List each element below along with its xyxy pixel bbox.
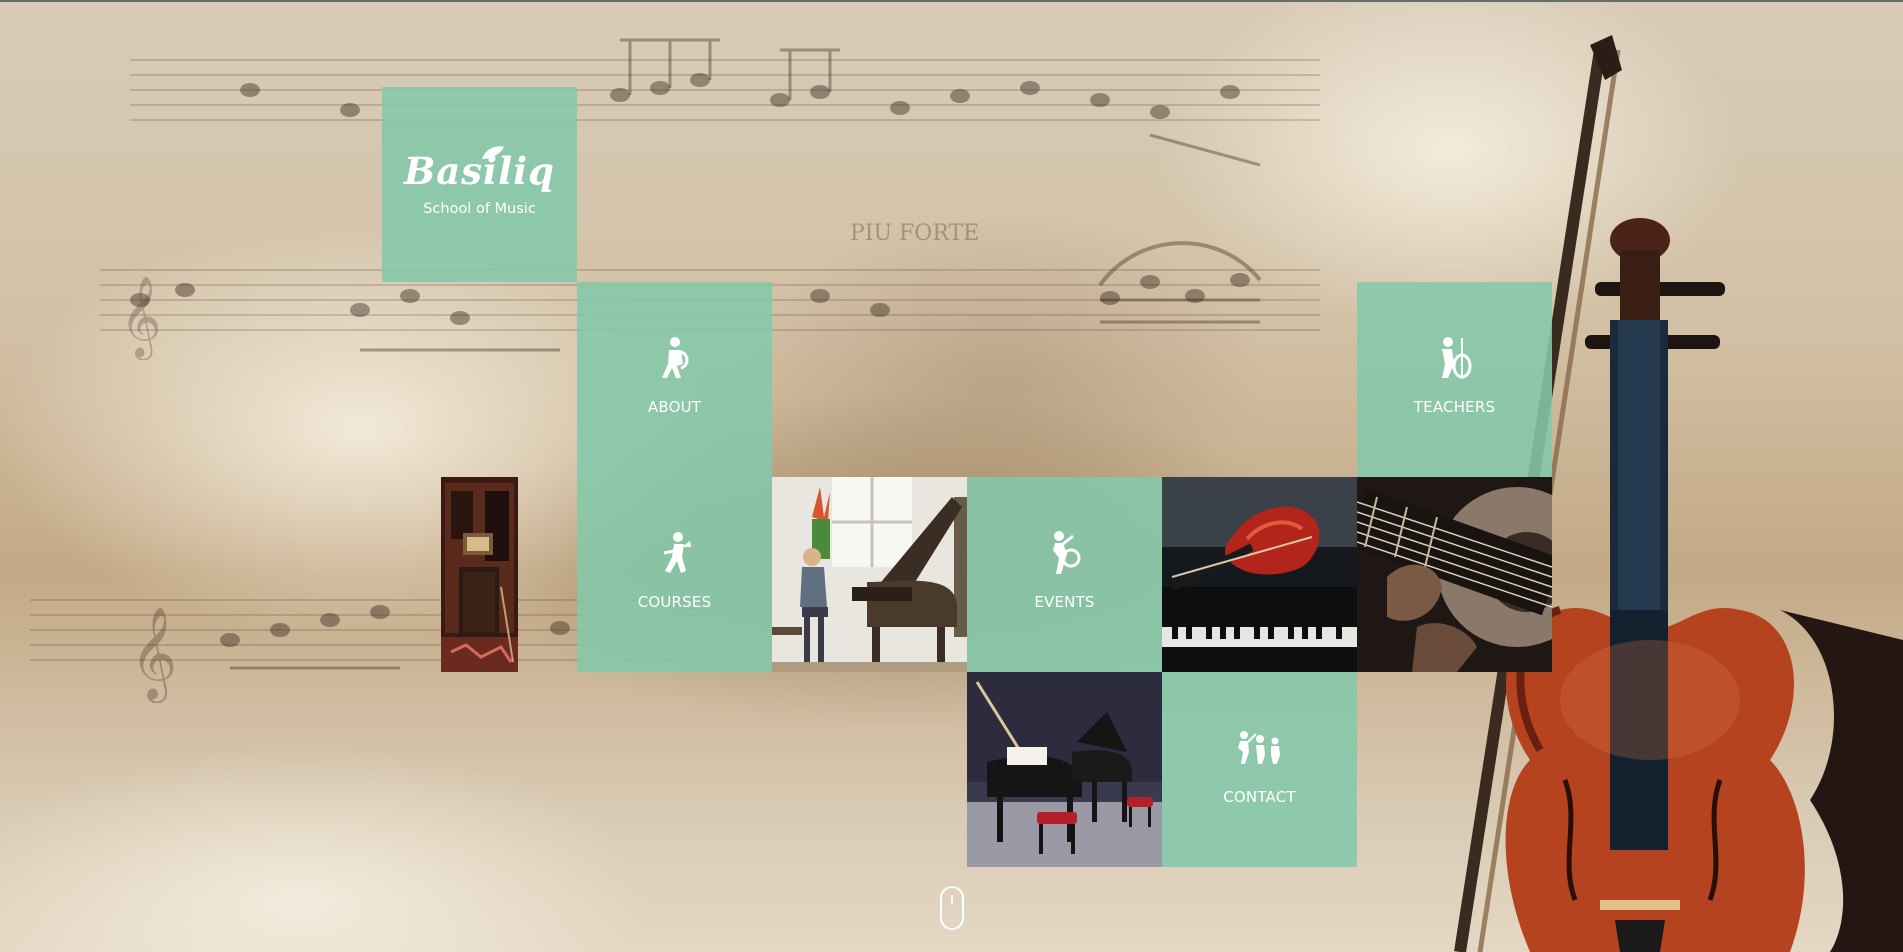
nav-label-teachers: TEACHERS — [1413, 398, 1496, 416]
mouse-wheel — [951, 895, 953, 904]
nav-tile-events[interactable]: EVENTS — [967, 477, 1162, 672]
cellist-icon — [1441, 337, 1471, 379]
mouse-scroll-icon[interactable] — [940, 886, 964, 930]
sheet-music-decoration: PIU FORTE 𝄞 𝄞 — [30, 35, 1903, 952]
leaf-icon — [482, 146, 504, 159]
guitar-strings-closeup-photo[interactable] — [1357, 477, 1552, 672]
saxophone-player-icon — [661, 337, 688, 378]
svg-text:𝄞: 𝄞 — [120, 275, 161, 360]
nav-label-events: EVENTS — [1034, 593, 1095, 611]
grand-pianos-on-stage-photo[interactable] — [967, 672, 1162, 867]
recording-studio-photo[interactable] — [441, 477, 518, 672]
nav-tile-teachers[interactable]: TEACHERS — [1357, 282, 1552, 477]
svg-text:PIU FORTE: PIU FORTE — [850, 221, 979, 246]
background-sheet-music: PIU FORTE 𝄞 𝄞 — [0, 0, 1903, 952]
nav-label-about: ABOUT — [647, 398, 702, 416]
trumpet-player-icon — [663, 532, 691, 573]
logo-tile[interactable]: Basiliq School of Music — [382, 87, 577, 282]
nav-tile-contact[interactable]: CONTACT — [1162, 672, 1357, 867]
nav-label-contact: CONTACT — [1223, 788, 1296, 806]
nav-tile-courses[interactable]: COURSES — [577, 477, 772, 672]
logo-tagline: School of Music — [423, 201, 536, 217]
svg-text:𝄞: 𝄞 — [130, 606, 177, 703]
woman-playing-piano-photo[interactable] — [772, 477, 967, 672]
nav-tile-about[interactable]: ABOUT — [577, 282, 772, 477]
nav-label-courses: COURSES — [637, 593, 712, 611]
dancer-with-tambourine-icon — [1052, 531, 1080, 574]
band-group-icon — [1237, 731, 1280, 764]
violin-on-piano-photo[interactable] — [1162, 477, 1357, 672]
